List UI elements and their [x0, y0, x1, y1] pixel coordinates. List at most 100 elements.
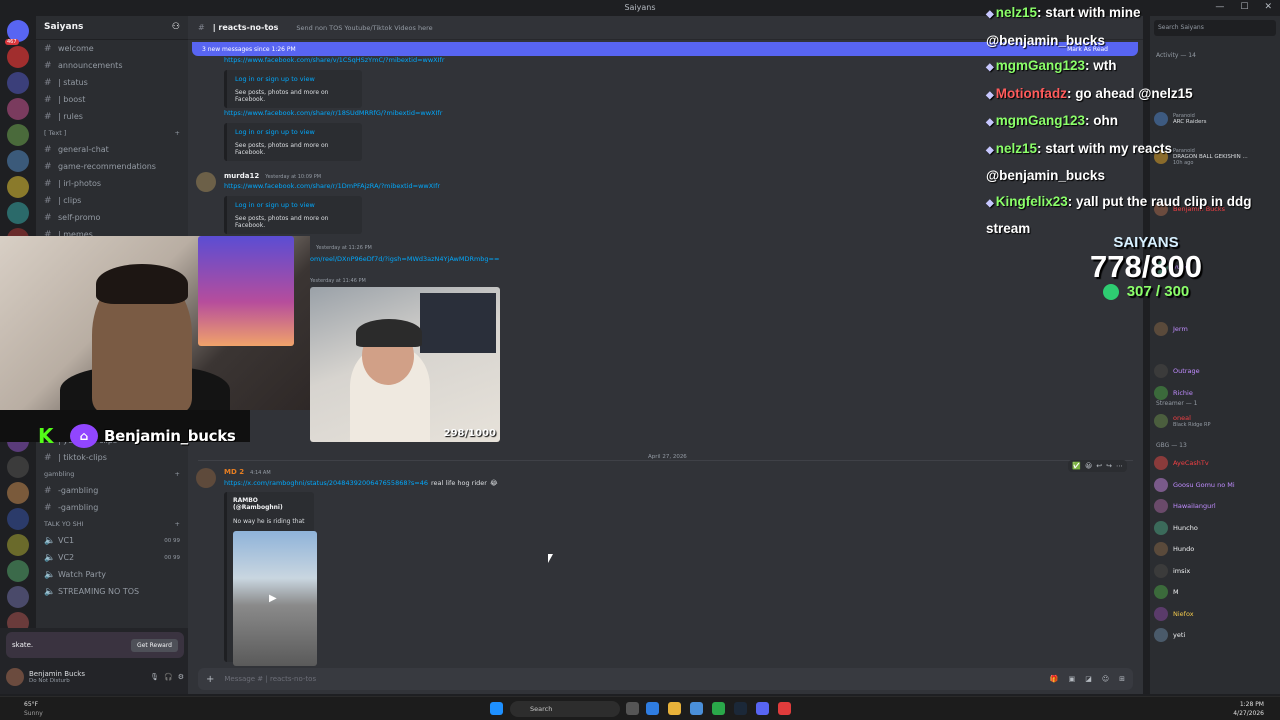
check-reaction-icon[interactable]: ✅ — [1072, 462, 1081, 470]
avatar[interactable] — [196, 468, 216, 488]
member-item[interactable]: Goosu Gomu no Mi — [1154, 477, 1235, 492]
server-icon[interactable] — [7, 98, 29, 120]
member-item[interactable]: Niefox — [1154, 606, 1194, 621]
file-explorer-icon[interactable] — [668, 702, 681, 715]
hash-icon: # — [198, 23, 205, 32]
voice-channel-item[interactable]: 🔈 VC2 00 99 — [36, 549, 188, 566]
discord-icon[interactable] — [756, 702, 769, 715]
voice-channel-item[interactable]: 🔈 Watch Party — [36, 566, 188, 583]
channel-label: game-recommendations — [58, 162, 156, 171]
add-member-icon[interactable]: ⚇ — [172, 22, 180, 33]
server-icon[interactable] — [7, 124, 29, 146]
message-composer[interactable]: + Message # | reacts-no-tos 🎁 ▣ ◪ ☺ ⊞ — [198, 668, 1133, 690]
member-item[interactable]: M — [1154, 585, 1179, 599]
channel-item[interactable]: # | tiktok-clips — [36, 449, 188, 466]
add-attachment-icon[interactable]: + — [206, 674, 214, 685]
chat-text: go ahead @nelz15 — [1075, 85, 1193, 101]
tweet-embed[interactable]: RAMBO (@Ramboghni) No way he is riding t… — [224, 492, 317, 666]
server-icon[interactable] — [7, 202, 29, 224]
headphones-icon[interactable]: 🎧 — [164, 673, 173, 681]
member-item[interactable]: Hundo — [1154, 542, 1194, 556]
avatar[interactable] — [6, 668, 24, 686]
obs-icon[interactable] — [778, 702, 791, 715]
steam-icon[interactable] — [734, 702, 747, 715]
chrome-icon[interactable] — [712, 702, 725, 715]
category-voice[interactable]: TALK YO SHI + — [36, 516, 188, 532]
mic-icon[interactable]: 🎙 — [150, 673, 159, 681]
server-icon[interactable] — [7, 508, 29, 530]
channel-item[interactable]: # general-chat — [36, 141, 188, 158]
clock[interactable]: 1:28 PM 4/27/2026 — [1233, 700, 1264, 718]
edge-icon[interactable] — [646, 702, 659, 715]
message-author[interactable]: MD 2 — [224, 468, 244, 476]
message-link[interactable]: https://www.facebook.com/share/v/1CSqHSz… — [224, 56, 445, 64]
category-text[interactable]: [ Text ] + — [36, 125, 188, 141]
channel-item[interactable]: # welcome — [36, 40, 188, 57]
channel-item[interactable]: # game-recommendations — [36, 158, 188, 175]
tweet-video[interactable]: ▶ — [233, 531, 317, 666]
member-item[interactable]: yeti — [1154, 628, 1185, 642]
avatar[interactable] — [196, 172, 216, 192]
promo-banner[interactable]: skate. Get Reward — [6, 632, 184, 658]
member-item[interactable]: imsix — [1154, 563, 1190, 578]
message-link[interactable]: https://www.facebook.com/share/r/18SUdMR… — [224, 109, 442, 117]
member-item[interactable]: AyeCashTv — [1154, 456, 1209, 470]
reply-icon[interactable]: ↩ — [1096, 462, 1102, 470]
channel-item[interactable]: # -gambling — [36, 482, 188, 499]
voice-channel-item[interactable]: 🔈 STREAMING NO TOS — [36, 583, 188, 600]
server-icon[interactable] — [7, 150, 29, 172]
task-view-icon[interactable] — [626, 702, 639, 715]
server-icon[interactable] — [7, 560, 29, 582]
gear-icon[interactable]: ⚙ — [178, 673, 184, 681]
server-icon[interactable] — [7, 176, 29, 198]
gift-icon[interactable]: 🎁 — [1050, 675, 1059, 683]
server-icon[interactable] — [7, 456, 29, 478]
gif-icon[interactable]: ▣ — [1069, 675, 1076, 683]
message-link[interactable]: om/reel/DXnP96eDf7d/?igsh=MWd3azN4YjAwMD… — [310, 255, 499, 263]
server-icon[interactable] — [7, 72, 29, 94]
channel-label: -gambling — [58, 486, 99, 495]
member-name: AyeCashTv — [1173, 459, 1209, 467]
message-input[interactable]: Message # | reacts-no-tos — [224, 675, 316, 683]
server-icon[interactable] — [7, 586, 29, 608]
member-item[interactable]: HawaiIangurl — [1154, 499, 1216, 513]
message-author[interactable]: murda12 — [224, 172, 259, 180]
sticker-icon[interactable]: ◪ — [1085, 675, 1092, 683]
start-icon[interactable] — [490, 702, 503, 715]
channel-item[interactable]: # | boost — [36, 91, 188, 108]
emoji-icon[interactable]: 😀 — [1085, 462, 1092, 470]
message-link[interactable]: https://x.com/ramboghni/status/204843920… — [224, 479, 428, 487]
more-icon[interactable]: ⋯ — [1116, 462, 1123, 470]
apps-icon[interactable]: ⊞ — [1119, 675, 1125, 683]
member-item[interactable]: Richie — [1154, 386, 1193, 400]
channel-item[interactable]: # -gambling — [36, 499, 188, 516]
channel-item[interactable]: # announcements — [36, 57, 188, 74]
channel-item[interactable]: # self-promo — [36, 209, 188, 226]
member-item[interactable]: Jerm — [1154, 322, 1188, 336]
date-divider-line — [198, 460, 1133, 461]
category-gambling[interactable]: gambling + — [36, 466, 188, 482]
member-item[interactable]: Huncho — [1154, 520, 1198, 535]
play-icon[interactable]: ▶ — [269, 593, 277, 604]
weather-widget[interactable]: 65°F Sunny — [24, 700, 43, 718]
forward-icon[interactable]: ↪ — [1106, 462, 1112, 470]
taskbar-search[interactable]: Search — [510, 701, 620, 717]
server-header[interactable]: Saiyans ⚇ — [36, 16, 188, 40]
channel-item[interactable]: # | clips — [36, 192, 188, 209]
emoji-picker-icon[interactable]: ☺ — [1102, 675, 1109, 683]
message-link[interactable]: https://www.facebook.com/share/r/1DmPFAj… — [224, 182, 440, 190]
voice-channel-item[interactable]: 🔈 VC1 00 99 — [36, 532, 188, 549]
server-icon[interactable] — [7, 46, 29, 68]
server-icon[interactable] — [7, 534, 29, 556]
home-server-icon[interactable]: 467 — [5, 20, 29, 45]
channel-item[interactable]: # | rules — [36, 108, 188, 125]
channel-item[interactable]: # | irl-photos — [36, 175, 188, 192]
current-user[interactable]: Benjamin Bucks Do Not Disturb 🎙 🎧 ⚙ — [6, 664, 184, 690]
channel-item[interactable]: # | status — [36, 74, 188, 91]
get-reward-button[interactable]: Get Reward — [131, 638, 178, 652]
member-item[interactable]: Outrage — [1154, 364, 1200, 378]
member-item[interactable]: oneal Black Ridge RP — [1154, 414, 1210, 428]
settings-icon[interactable] — [690, 702, 703, 715]
server-name: Saiyans — [44, 22, 84, 32]
server-icon[interactable] — [7, 482, 29, 504]
